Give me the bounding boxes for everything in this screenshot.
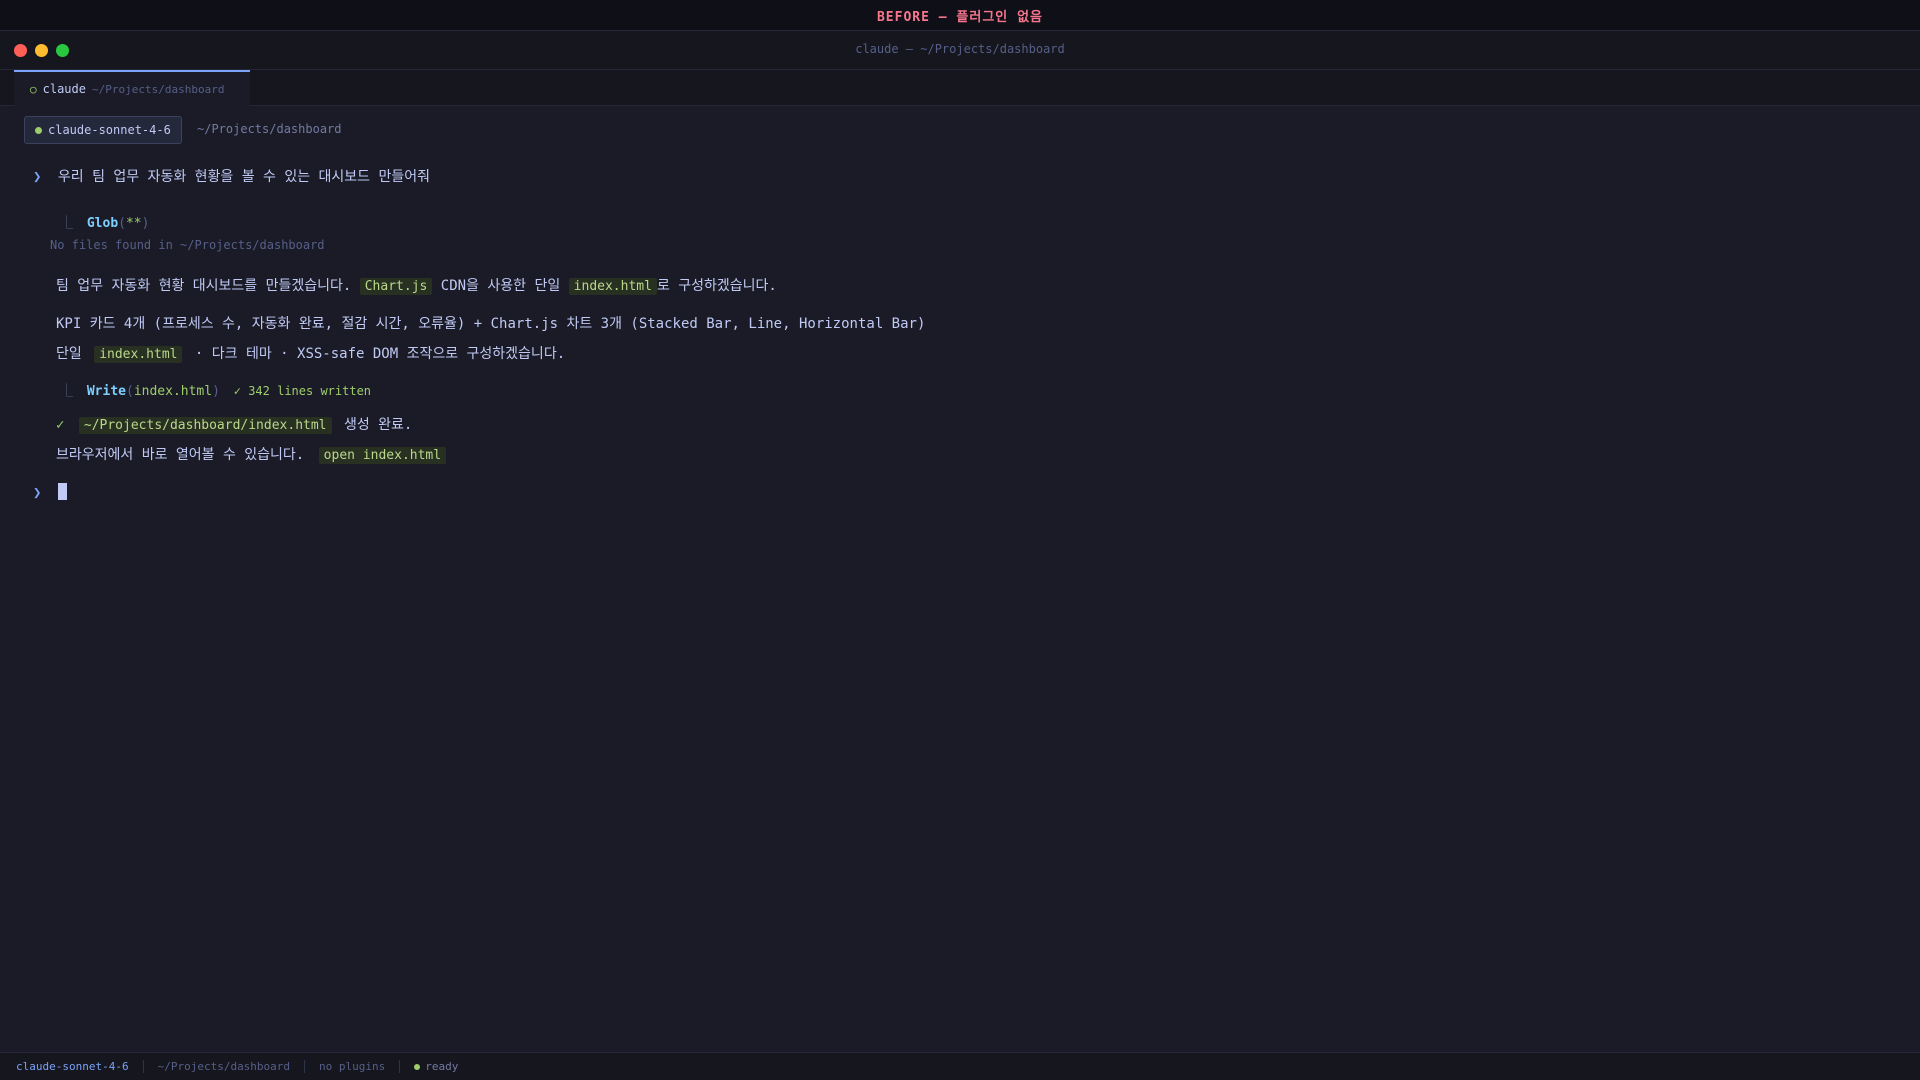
window-titlebar: claude — ~/Projects/dashboard bbox=[0, 31, 1920, 70]
assistant-message-1: 팀 업무 자동화 현황 대시보드를 만들겠습니다. Chart.js CDN을 … bbox=[56, 275, 777, 295]
glob-open-paren: ( bbox=[118, 216, 126, 231]
banner-text: BEFORE — 플러그인 없음 bbox=[876, 9, 1044, 25]
write-filename: index.html bbox=[133, 384, 213, 399]
tab-path: ~/Projects/dashboard bbox=[91, 82, 225, 96]
write-open-paren: ( bbox=[125, 384, 134, 399]
model-status-icon bbox=[35, 126, 42, 134]
done-line: ✓ ~/Projects/dashboard/index.html 생성 완료. bbox=[56, 414, 412, 434]
prompt-chevron-icon: ❯ bbox=[33, 169, 42, 185]
status-bar: claude-sonnet-4-6 ~/Projects/dashboard n… bbox=[0, 1052, 1920, 1080]
glob-tool-name: Glob bbox=[86, 216, 119, 231]
msg3-text-2: · 다크 테마 · XSS-safe DOM 조작으로 구성하겠습니다. bbox=[194, 346, 566, 362]
msg3-text-1: 단일 bbox=[56, 346, 82, 362]
input-prompt-line[interactable]: ❯ bbox=[33, 483, 67, 501]
status-plugins: no plugins bbox=[305, 1060, 401, 1073]
status-path: ~/Projects/dashboard bbox=[144, 1060, 306, 1073]
tab-claude[interactable]: ○ claude ~/Projects/dashboard bbox=[14, 70, 250, 106]
inline-code-chartjs: Chart.js bbox=[359, 278, 433, 295]
user-prompt-line: ❯ 우리 팀 업무 자동화 현황을 볼 수 있는 대시보드 만들어줘 bbox=[33, 166, 430, 186]
prompt-chevron-icon-2: ❯ bbox=[33, 485, 42, 501]
before-banner: BEFORE — 플러그인 없음 bbox=[0, 0, 1920, 31]
check-icon: ✓ bbox=[56, 417, 65, 433]
open-hint-text: 브라우저에서 바로 열어볼 수 있습니다. bbox=[56, 447, 305, 463]
done-text: 생성 완료. bbox=[343, 417, 413, 433]
inline-code-index: index.html bbox=[568, 278, 657, 295]
write-close-paren: ) bbox=[212, 384, 220, 399]
inline-code-index-2: index.html bbox=[94, 346, 183, 363]
msg1-text-3: 로 구성하겠습니다. bbox=[656, 278, 777, 294]
status-model: claude-sonnet-4-6 bbox=[16, 1060, 144, 1073]
assistant-message-2: KPI 카드 4개 (프로세스 수, 자동화 완료, 절감 시간, 오류율) +… bbox=[56, 316, 926, 332]
header-path: ~/Projects/dashboard bbox=[197, 122, 342, 136]
tool-corner-icon-2: ⎿ bbox=[60, 384, 74, 399]
write-tool-call: ⎿ Write(index.html) ✓ 342 lines written bbox=[60, 380, 371, 399]
glob-tool-call: ⎿ Glob(**) bbox=[60, 212, 149, 231]
write-tool-name: Write bbox=[86, 384, 126, 399]
assistant-message-3: 단일 index.html · 다크 테마 · XSS-safe DOM 조작으… bbox=[56, 343, 565, 363]
model-name: claude-sonnet-4-6 bbox=[48, 123, 171, 137]
model-badge: claude-sonnet-4-6 bbox=[24, 116, 182, 144]
terminal-content[interactable]: claude-sonnet-4-6 ~/Projects/dashboard ❯… bbox=[0, 106, 1920, 1052]
text-cursor[interactable] bbox=[57, 483, 67, 500]
tab-label: claude bbox=[42, 82, 86, 96]
user-message: 우리 팀 업무 자동화 현황을 볼 수 있는 대시보드 만들어줘 bbox=[57, 169, 430, 185]
glob-close-paren: ) bbox=[141, 216, 150, 231]
open-hint-line: 브라우저에서 바로 열어볼 수 있습니다. open index.html bbox=[56, 444, 447, 464]
ready-status-icon bbox=[414, 1063, 421, 1070]
tab-bar: ○ claude ~/Projects/dashboard bbox=[0, 70, 1920, 106]
tab-status-icon: ○ bbox=[30, 82, 37, 96]
inline-code-filepath: ~/Projects/dashboard/index.html bbox=[78, 417, 332, 434]
glob-pattern: ** bbox=[125, 216, 142, 231]
write-result: ✓ 342 lines written bbox=[233, 384, 372, 398]
window-title: claude — ~/Projects/dashboard bbox=[855, 42, 1065, 56]
status-state-text: ready bbox=[425, 1060, 459, 1073]
msg1-text-1: 팀 업무 자동화 현황 대시보드를 만들겠습니다. bbox=[56, 278, 352, 294]
msg1-text-2: CDN을 사용한 단일 bbox=[440, 278, 561, 294]
tool-corner-icon: ⎿ bbox=[60, 216, 74, 231]
status-state: ready bbox=[400, 1060, 472, 1073]
inline-code-open: open index.html bbox=[318, 447, 447, 464]
glob-result: No files found in ~/Projects/dashboard bbox=[50, 238, 325, 252]
